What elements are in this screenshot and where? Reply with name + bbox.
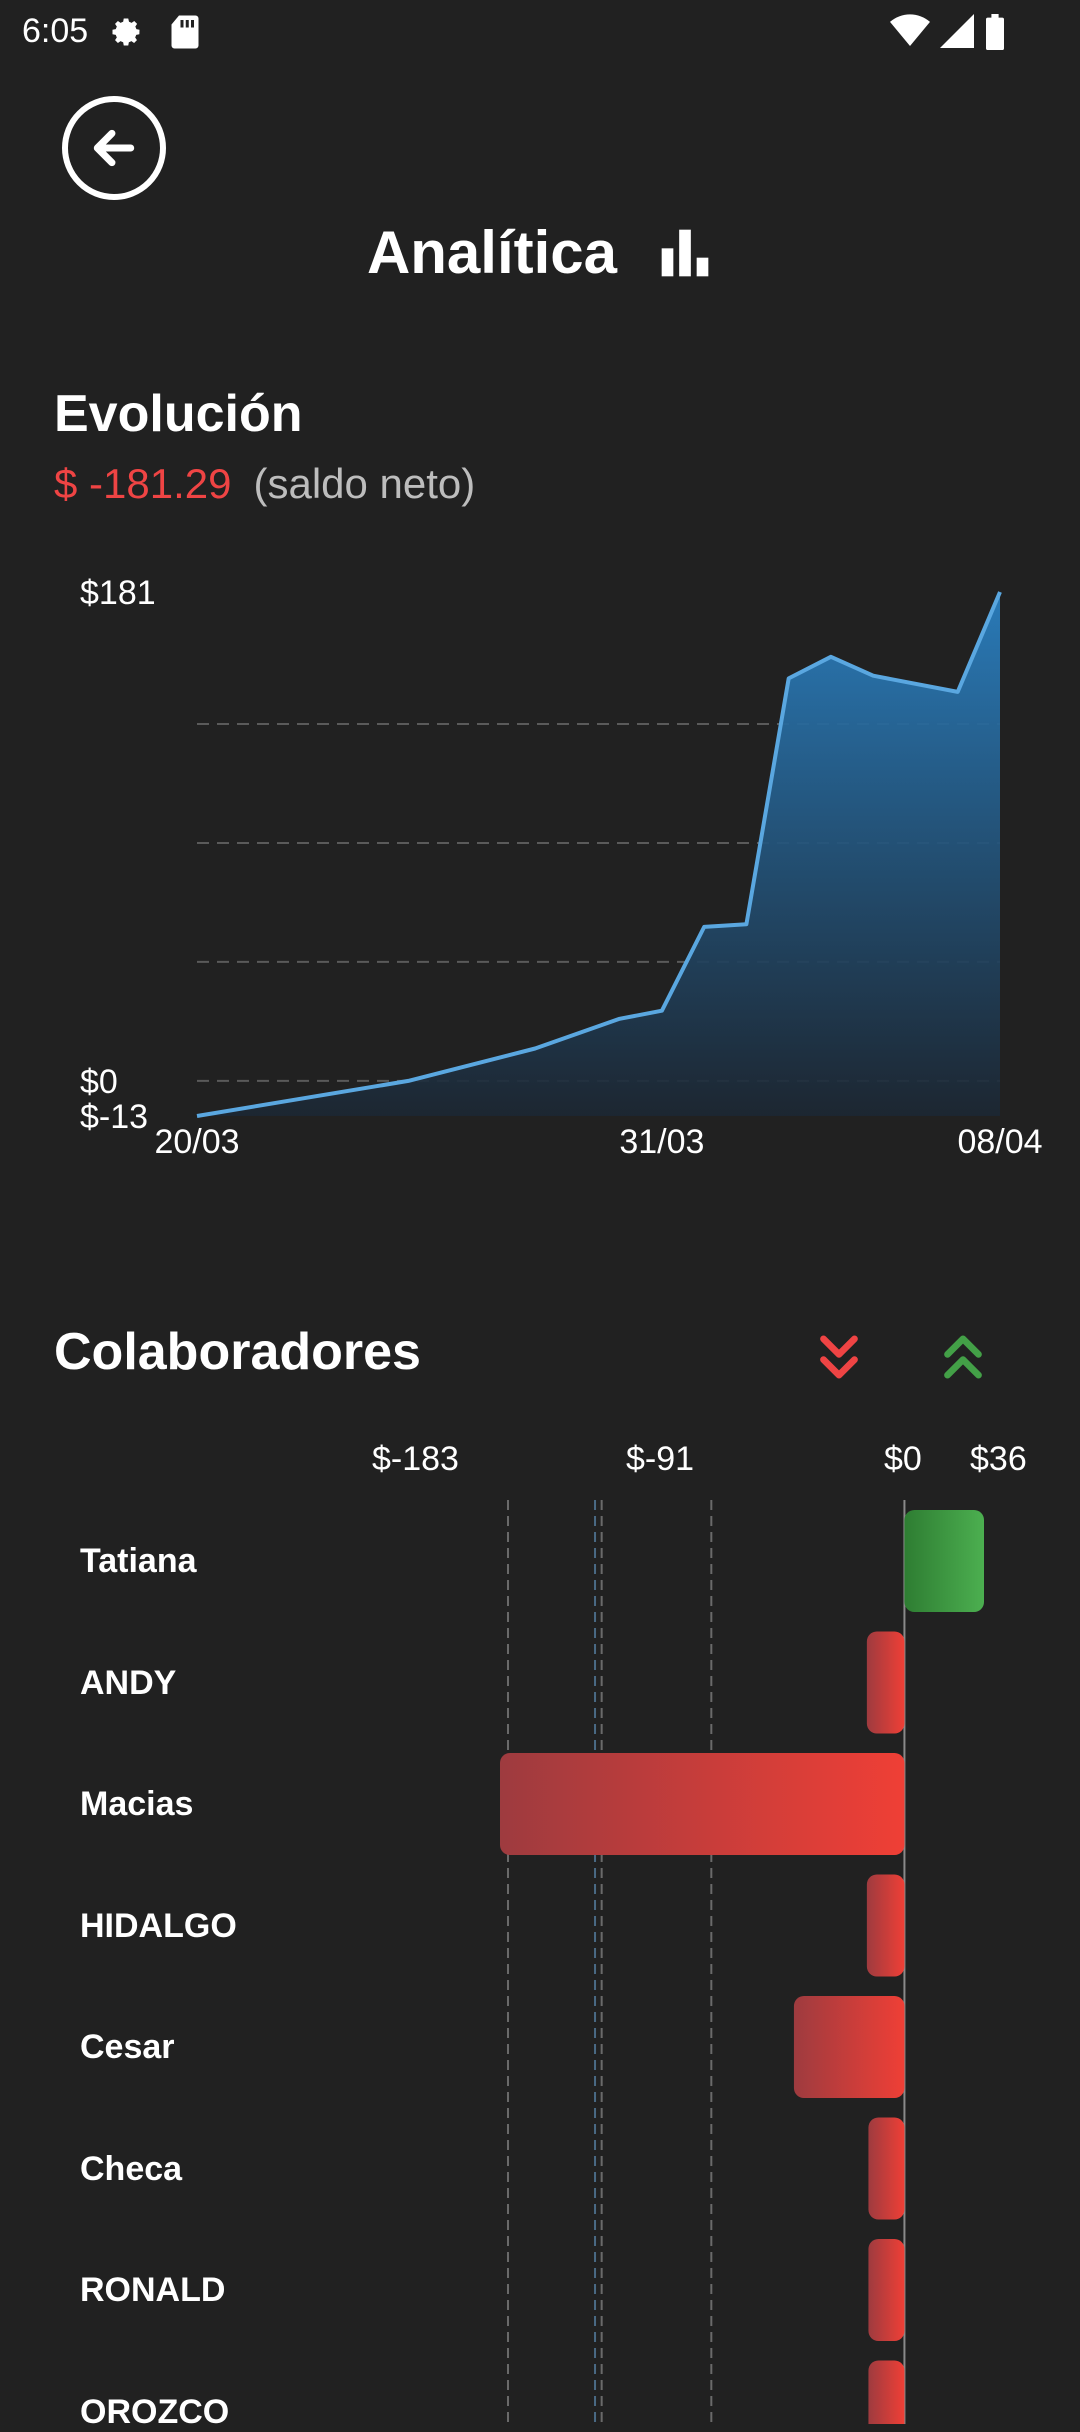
collaborator-bar — [868, 2239, 905, 2341]
y-tick-label: $-13 — [80, 1098, 148, 1136]
collaborators-title: Colaboradores — [54, 1323, 421, 1381]
x-tick-label: $-183 — [372, 1440, 459, 1478]
x-tick-label: 08/04 — [957, 1123, 1042, 1161]
collaborator-bar — [500, 1753, 905, 1855]
y-tick-label: $181 — [80, 574, 156, 612]
x-tick-label: 20/03 — [154, 1123, 239, 1161]
arrow-left-icon — [93, 129, 135, 167]
sort-ascending-button[interactable] — [932, 1326, 994, 1388]
collaborator-name: OROZCO — [80, 2392, 230, 2431]
sd-card-icon — [171, 15, 199, 49]
sort-descending-button[interactable] — [808, 1326, 870, 1388]
x-tick-label: $36 — [970, 1440, 1027, 1478]
collaborator-name: ANDY — [80, 1663, 177, 1702]
battery-icon — [986, 14, 1004, 50]
wifi-icon — [890, 14, 930, 47]
double-chevron-down-icon — [820, 1335, 858, 1379]
back-button[interactable] — [62, 96, 166, 200]
collaborator-bar — [866, 1631, 905, 1734]
collaborator-name: Cesar — [80, 2028, 175, 2066]
collaborator-name: HIDALGO — [80, 1906, 237, 1945]
x-tick-label: 31/03 — [619, 1123, 704, 1161]
page-title-row: Analítica — [0, 218, 1080, 287]
x-tick-label: $0 — [884, 1440, 922, 1478]
y-tick-label: $0 — [80, 1063, 118, 1101]
collaborator-name: Tatiana — [80, 1542, 197, 1580]
collaborator-bar — [793, 1996, 905, 2098]
evolution-chart: $181 $0$-1320/03 31/03 08/04 — [80, 574, 1043, 1161]
settings-icon — [112, 18, 140, 46]
evolution-area — [197, 592, 1000, 1116]
status-time: 6:05 — [22, 12, 89, 50]
collaborator-name: Macias — [80, 1785, 194, 1823]
collaborator-name: RONALD — [80, 2271, 226, 2309]
collaborator-bar — [904, 1510, 984, 1612]
status-bar: 6:05 — [0, 0, 1080, 64]
collaborator-name: Checa — [80, 2149, 183, 2188]
net-amount: $ -181.29 — [54, 460, 232, 507]
x-tick-label: $-91 — [626, 1440, 694, 1478]
net-label: (saldo neto) — [253, 460, 476, 507]
signal-icon — [940, 14, 974, 48]
collaborator-bar — [866, 1874, 905, 1977]
bar-chart-icon — [661, 229, 709, 276]
double-chevron-up-icon — [944, 1335, 982, 1379]
net-balance: $ -181.29 (saldo neto) — [54, 460, 475, 508]
collaborator-bar — [868, 2360, 905, 2424]
page-title: Analítica — [366, 219, 618, 286]
collaborator-bar — [868, 2117, 905, 2220]
evolution-title: Evolución — [54, 385, 303, 443]
